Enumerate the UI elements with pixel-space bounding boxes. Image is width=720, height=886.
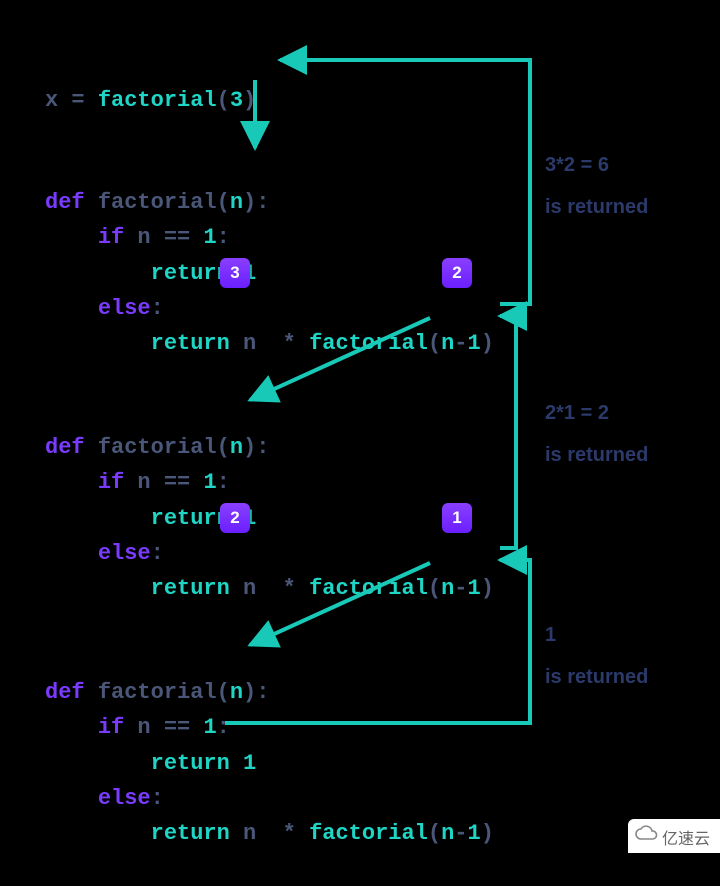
recursive-call: factorial	[309, 331, 428, 356]
arg-3: 3	[230, 88, 243, 113]
annotation-2: 2*1 = 2 is returned	[545, 398, 648, 470]
call-line: x = factorial(3)	[45, 48, 256, 154]
annotation-3: 1 is returned	[545, 620, 648, 692]
kw-return: return	[151, 331, 230, 356]
kw-if: if	[98, 470, 124, 495]
kw-if: if	[98, 715, 124, 740]
anno-returned: is returned	[545, 440, 648, 470]
kw-else: else	[98, 541, 151, 566]
kw-def: def	[45, 435, 85, 460]
annotation-1: 3*2 = 6 is returned	[545, 150, 648, 222]
diagram-canvas: x = factorial(3) def factorial(n): if n …	[0, 0, 720, 853]
var-x: x	[45, 88, 71, 113]
watermark: 亿速云	[628, 819, 720, 853]
cloud-icon	[634, 823, 658, 843]
anno-expr: 1	[545, 620, 648, 650]
code-block-3: def factorial(n): if n == 1: return 1 el…	[45, 640, 494, 886]
anno-expr: 3*2 = 6	[545, 150, 648, 180]
badge-arg-level1: 2	[442, 258, 472, 288]
badge-arg-level2: 1	[442, 503, 472, 533]
code-block-1: def factorial(n): if n == 1: return 1 el…	[45, 150, 494, 396]
kw-def: def	[45, 190, 85, 215]
op-assign: =	[71, 88, 84, 113]
fn-name: factorial	[98, 190, 217, 215]
fn-name: factorial	[98, 88, 217, 113]
arrow-return-2	[500, 316, 516, 548]
anno-expr: 2*1 = 2	[545, 398, 648, 428]
badge-n-level2: 2	[220, 503, 250, 533]
anno-returned: is returned	[545, 662, 648, 692]
code-block-2: def factorial(n): if n == 1: return 1 el…	[45, 395, 494, 641]
kw-def: def	[45, 680, 85, 705]
kw-if: if	[98, 225, 124, 250]
kw-else: else	[98, 786, 151, 811]
watermark-text: 亿速云	[662, 825, 710, 849]
anno-returned: is returned	[545, 192, 648, 222]
kw-else: else	[98, 296, 151, 321]
badge-n-level1: 3	[220, 258, 250, 288]
kw-return: return	[151, 261, 230, 286]
